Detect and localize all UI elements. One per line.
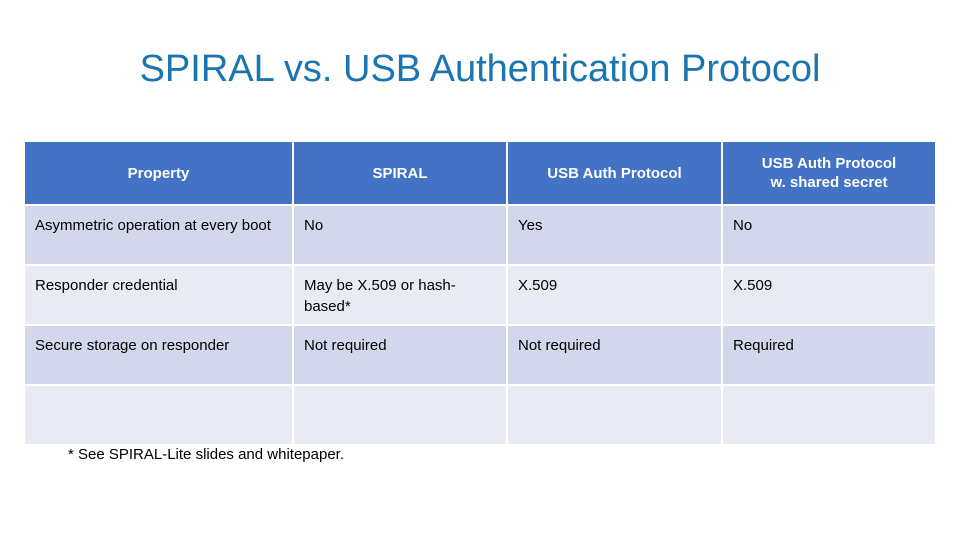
cell-usb-auth-shared-text: No (723, 206, 935, 264)
cell-usb-auth-shared: No (723, 206, 935, 264)
cell-usb-auth-shared-text: Required (723, 326, 935, 384)
column-header-usb-auth-shared-label: USB Auth Protocol w. shared secret (762, 154, 896, 192)
cell-property-text: Asymmetric operation at every boot (25, 206, 292, 264)
table-row: Responder credential May be X.509 or has… (25, 266, 935, 324)
cell-usb-auth: X.509 (508, 266, 721, 324)
cell-spiral: Not required (294, 326, 506, 384)
cell-property-text: Secure storage on responder (25, 326, 292, 384)
cell-usb-auth: Not required (508, 326, 721, 384)
cell-usb-auth-text: Not required (508, 326, 721, 384)
cell-usb-auth-shared-text (723, 386, 935, 444)
page-title: SPIRAL vs. USB Authentication Protocol (139, 48, 821, 90)
table-row: Secure storage on responder Not required… (25, 326, 935, 384)
cell-spiral: No (294, 206, 506, 264)
comparison-table-container: Property SPIRAL USB Auth Protocol USB Au… (23, 140, 935, 446)
column-header-property: Property (25, 142, 292, 204)
table-header-row: Property SPIRAL USB Auth Protocol USB Au… (25, 142, 935, 204)
cell-usb-auth: Yes (508, 206, 721, 264)
column-header-usb-auth-protocol: USB Auth Protocol (508, 142, 721, 204)
cell-property: Secure storage on responder (25, 326, 292, 384)
cell-spiral-text: No (294, 206, 506, 264)
slide: SPIRAL vs. USB Authentication Protocol P… (0, 0, 960, 540)
column-header-property-label: Property (25, 142, 292, 204)
column-header-usb-auth-shared-line1: USB Auth Protocol (761, 155, 897, 172)
table-row-empty (25, 386, 935, 444)
cell-spiral-text: May be X.509 or hash-based* (294, 266, 506, 324)
column-header-spiral: SPIRAL (294, 142, 506, 204)
cell-usb-auth-shared: X.509 (723, 266, 935, 324)
column-header-usb-auth-shared-wrap: USB Auth Protocol w. shared secret (723, 142, 935, 204)
cell-spiral: May be X.509 or hash-based* (294, 266, 506, 324)
cell-property-text (25, 386, 292, 444)
column-header-usb-auth-shared-line2: w. shared secret (770, 174, 888, 191)
comparison-table: Property SPIRAL USB Auth Protocol USB Au… (23, 140, 937, 446)
cell-property-text: Responder credential (25, 266, 292, 324)
cell-usb-auth-text (508, 386, 721, 444)
footnote: * See SPIRAL-Lite slides and whitepaper. (68, 446, 344, 463)
table-row: Asymmetric operation at every boot No Ye… (25, 206, 935, 264)
cell-property: Responder credential (25, 266, 292, 324)
cell-property (25, 386, 292, 444)
cell-usb-auth-shared-text: X.509 (723, 266, 935, 324)
column-header-spiral-label: SPIRAL (294, 142, 506, 204)
cell-usb-auth-text: Yes (508, 206, 721, 264)
cell-usb-auth (508, 386, 721, 444)
cell-spiral-text: Not required (294, 326, 506, 384)
cell-property: Asymmetric operation at every boot (25, 206, 292, 264)
cell-spiral-text (294, 386, 506, 444)
cell-usb-auth-shared: Required (723, 326, 935, 384)
cell-spiral (294, 386, 506, 444)
column-header-usb-auth-protocol-label: USB Auth Protocol (508, 142, 721, 204)
cell-usb-auth-text: X.509 (508, 266, 721, 324)
column-header-usb-auth-protocol-shared-secret: USB Auth Protocol w. shared secret (723, 142, 935, 204)
cell-usb-auth-shared (723, 386, 935, 444)
